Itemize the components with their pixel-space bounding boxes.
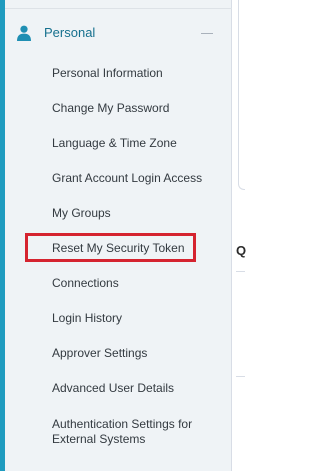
minus-icon[interactable] [201, 33, 213, 34]
nav-item-label: Advanced User Details [52, 381, 175, 395]
nav-item-label: Reset My Security Token [52, 241, 185, 255]
nav-item-grant-account-login-access[interactable]: Grant Account Login Access [5, 161, 232, 196]
nav-item-advanced-user-details[interactable]: Advanced User Details [5, 371, 232, 406]
nav-item-my-groups[interactable]: My Groups [5, 196, 232, 231]
person-icon [17, 25, 31, 41]
nav-item-language-time-zone[interactable]: Language & Time Zone [5, 126, 232, 161]
nav-item-authentication-settings[interactable]: Authentication Settings for External Sys… [5, 406, 232, 454]
nav-item-label: Login History [52, 311, 123, 325]
content-heading-fragment: Q [236, 243, 247, 258]
nav-item-label: Change My Password [52, 101, 170, 115]
section-header-personal[interactable]: Personal [5, 9, 232, 57]
section-title: Personal [44, 25, 96, 40]
nav-item-label: Approver Settings [52, 346, 148, 360]
nav-item-reset-my-security-token[interactable]: Reset My Security Token [5, 231, 232, 266]
nav-item-label: Language & Time Zone [52, 136, 177, 150]
nav-item-label: Authentication Settings for External Sys… [52, 417, 193, 446]
nav-item-label: Personal Information [52, 66, 163, 80]
nav-item-connections[interactable]: Connections [5, 266, 232, 301]
nav-item-label: My Groups [52, 206, 111, 220]
nav-item-approver-settings[interactable]: Approver Settings [5, 336, 232, 371]
nav-item-label: Connections [52, 276, 119, 290]
nav-item-label: Grant Account Login Access [52, 171, 203, 185]
nav-item-personal-information[interactable]: Personal Information [5, 56, 232, 91]
content-divider [236, 376, 245, 377]
sidebar-panel: Personal Personal Information Change My … [5, 0, 232, 471]
nav-item-login-history[interactable]: Login History [5, 301, 232, 336]
nav-item-change-my-password[interactable]: Change My Password [5, 91, 232, 126]
content-divider [236, 271, 245, 272]
content-card-edge [238, 0, 245, 190]
